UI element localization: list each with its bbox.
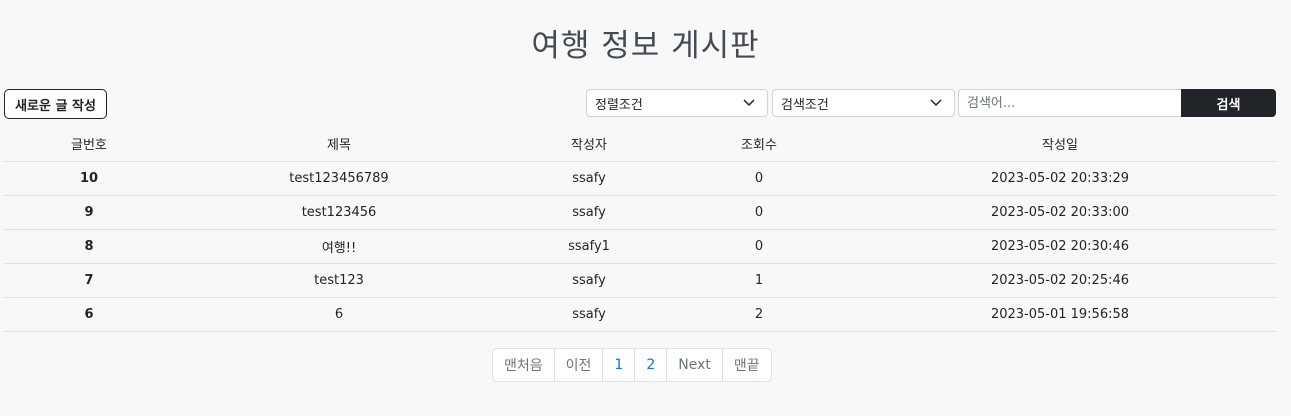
table-row[interactable]: 8 여행!! ssafy1 0 2023-05-02 20:30:46: [4, 229, 1276, 264]
post-number: 6: [4, 297, 174, 332]
post-date: 2023-05-02 20:33:29: [844, 161, 1276, 196]
post-title[interactable]: test123456789: [174, 161, 504, 196]
post-date: 2023-05-01 19:56:58: [844, 297, 1276, 332]
new-post-button[interactable]: 새로운 글 작성: [4, 89, 107, 119]
column-header-views: 조회수: [674, 126, 844, 162]
table-row[interactable]: 6 6 ssafy 2 2023-05-01 19:56:58: [4, 297, 1276, 332]
sort-select-value: 정렬조건: [595, 97, 643, 113]
table-row[interactable]: 10 test123456789 ssafy 0 2023-05-02 20:3…: [4, 161, 1276, 196]
search-condition-select[interactable]: 검색조건: [772, 89, 955, 117]
pagination-prev[interactable]: 이전: [555, 349, 604, 381]
search-input[interactable]: [958, 89, 1182, 117]
pagination-page-1[interactable]: 1: [603, 349, 636, 381]
post-author: ssafy: [504, 195, 674, 230]
search-condition-value: 검색조건: [781, 97, 829, 113]
board-table: 글번호 제목 작성자 조회수 작성일 10 test123456789 ssaf…: [4, 126, 1276, 332]
post-author: ssafy: [504, 161, 674, 196]
post-date: 2023-05-02 20:30:46: [844, 229, 1276, 264]
post-title[interactable]: 여행!!: [174, 229, 504, 264]
table-row[interactable]: 9 test123456 ssafy 0 2023-05-02 20:33:00: [4, 195, 1276, 230]
post-views: 0: [674, 161, 844, 196]
post-views: 1: [674, 263, 844, 298]
column-header-number: 글번호: [4, 126, 174, 162]
post-number: 7: [4, 263, 174, 298]
page-title: 여행 정보 게시판: [531, 28, 760, 64]
post-views: 0: [674, 229, 844, 264]
pagination: 맨처음 이전 1 2 Next 맨끝: [492, 348, 772, 382]
post-author: ssafy: [504, 263, 674, 298]
pagination-page-2[interactable]: 2: [635, 349, 668, 381]
chevron-down-icon: [743, 99, 755, 107]
pagination-first[interactable]: 맨처음: [493, 349, 555, 381]
table-row[interactable]: 7 test123 ssafy 1 2023-05-02 20:25:46: [4, 263, 1276, 298]
post-author: ssafy: [504, 297, 674, 332]
pagination-last[interactable]: 맨끝: [723, 349, 771, 381]
post-views: 2: [674, 297, 844, 332]
post-title[interactable]: 6: [174, 297, 504, 332]
column-header-author: 작성자: [504, 126, 674, 162]
pagination-next[interactable]: Next: [667, 349, 723, 381]
post-title[interactable]: test123456: [174, 195, 504, 230]
post-number: 10: [4, 161, 174, 196]
search-button[interactable]: 검색: [1181, 89, 1276, 117]
column-header-title: 제목: [174, 126, 504, 162]
post-date: 2023-05-02 20:33:00: [844, 195, 1276, 230]
post-date: 2023-05-02 20:25:46: [844, 263, 1276, 298]
post-number: 8: [4, 229, 174, 264]
post-number: 9: [4, 195, 174, 230]
column-header-date: 작성일: [844, 126, 1276, 162]
sort-select[interactable]: 정렬조건: [586, 89, 768, 117]
post-title[interactable]: test123: [174, 263, 504, 298]
chevron-down-icon: [930, 99, 942, 107]
post-author: ssafy1: [504, 229, 674, 264]
post-views: 0: [674, 195, 844, 230]
table-header-row: 글번호 제목 작성자 조회수 작성일: [4, 126, 1276, 162]
